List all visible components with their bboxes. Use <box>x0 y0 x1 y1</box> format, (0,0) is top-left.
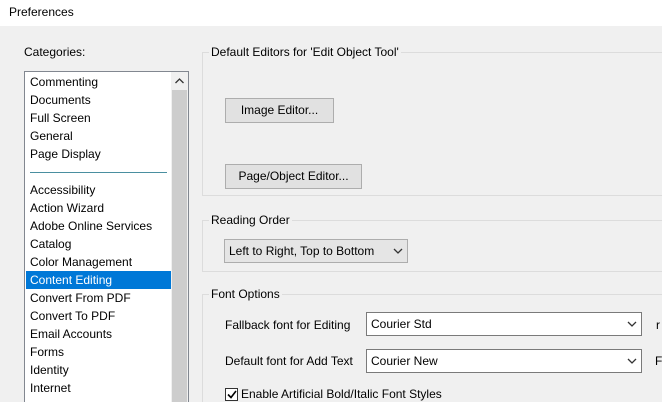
reading-order-value: Left to Right, Top to Bottom <box>229 244 375 258</box>
default-font-label: Default font for Add Text <box>225 354 353 368</box>
default-font-value: Courier New <box>371 354 438 368</box>
category-item-documents[interactable]: Documents <box>26 91 172 109</box>
category-item-convert-from-pdf[interactable]: Convert From PDF <box>26 289 172 307</box>
fallback-font-label: Fallback font for Editing <box>225 318 351 332</box>
default-editors-label: Default Editors for 'Edit Object Tool' <box>209 45 401 59</box>
default-font-dropdown[interactable]: Courier New <box>366 349 642 373</box>
page-object-editor-button[interactable]: Page/Object Editor... <box>225 164 362 189</box>
fallback-font-dropdown[interactable]: Courier Std <box>366 312 642 336</box>
font-options-group <box>202 294 662 402</box>
artificial-styles-checkbox[interactable] <box>225 388 238 401</box>
chevron-down-icon <box>623 350 641 372</box>
image-editor-button[interactable]: Image Editor... <box>225 98 334 123</box>
category-item-page-display[interactable]: Page Display <box>26 145 172 163</box>
scroll-up-icon[interactable] <box>171 72 188 89</box>
chevron-down-icon <box>623 313 641 335</box>
category-item-forms[interactable]: Forms <box>26 343 172 361</box>
category-item-accessibility[interactable]: Accessibility <box>26 181 172 199</box>
category-item-adobe-online-services[interactable]: Adobe Online Services <box>26 217 172 235</box>
default-font-cut-label: F <box>655 354 662 368</box>
font-options-label: Font Options <box>209 287 282 301</box>
category-item-color-management[interactable]: Color Management <box>26 253 172 271</box>
reading-order-dropdown[interactable]: Left to Right, Top to Bottom <box>224 239 408 263</box>
category-item-action-wizard[interactable]: Action Wizard <box>26 199 172 217</box>
category-separator <box>30 172 167 173</box>
categories-list[interactable]: Commenting Documents Full Screen General… <box>24 71 189 402</box>
title-bar: Preferences <box>0 0 662 26</box>
categories-label: Categories: <box>24 45 86 59</box>
category-item-commenting[interactable]: Commenting <box>26 73 172 91</box>
category-item-full-screen[interactable]: Full Screen <box>26 109 172 127</box>
category-item-identity[interactable]: Identity <box>26 361 172 379</box>
artificial-styles-label[interactable]: Enable Artificial Bold/Italic Font Style… <box>241 387 442 401</box>
categories-scrollbar[interactable] <box>171 72 188 402</box>
category-item-convert-to-pdf[interactable]: Convert To PDF <box>26 307 172 325</box>
fallback-font-value: Courier Std <box>371 317 432 331</box>
checkmark-icon <box>226 390 237 399</box>
fallback-font-cut-label: r <box>656 318 660 332</box>
category-item-general[interactable]: General <box>26 127 172 145</box>
scroll-thumb[interactable] <box>172 90 187 402</box>
category-item-internet[interactable]: Internet <box>26 379 172 397</box>
reading-order-label: Reading Order <box>209 213 292 227</box>
chevron-down-icon <box>389 240 407 262</box>
category-item-catalog[interactable]: Catalog <box>26 235 172 253</box>
category-item-content-editing[interactable]: Content Editing <box>26 271 172 289</box>
window-title: Preferences <box>9 5 74 19</box>
category-item-email-accounts[interactable]: Email Accounts <box>26 325 172 343</box>
